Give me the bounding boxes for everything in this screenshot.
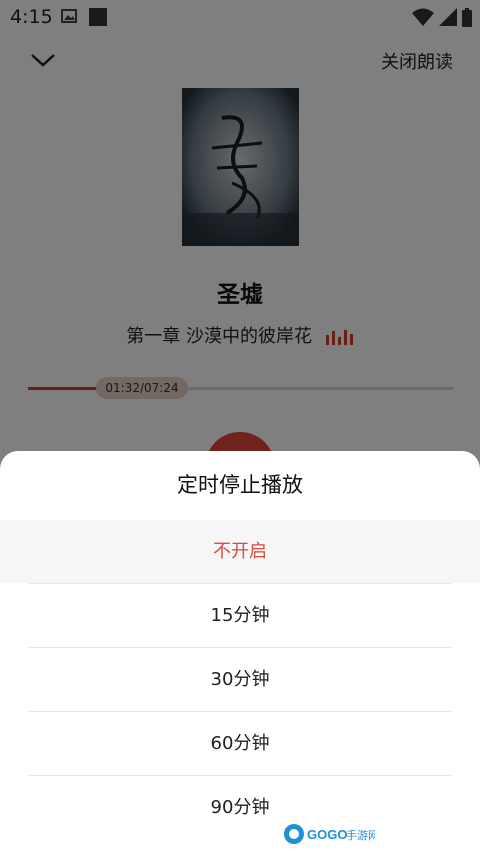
timer-option-60[interactable]: 60分钟 [0, 712, 480, 775]
svg-text:GOGO: GOGO [307, 827, 347, 842]
timer-option-off[interactable]: 不开启 [0, 520, 480, 583]
timer-option-30[interactable]: 30分钟 [0, 648, 480, 711]
timer-option-15[interactable]: 15分钟 [0, 584, 480, 647]
sheet-title: 定时停止播放 [177, 473, 303, 497]
timer-option-90[interactable]: 90分钟 [0, 776, 480, 839]
timer-bottom-sheet: 定时停止播放 不开启 15分钟 30分钟 60分钟 90分钟 [0, 451, 480, 854]
svg-text:手游网: 手游网 [346, 828, 375, 842]
gogo-watermark-logo: GOGO 手游网 [284, 824, 375, 844]
